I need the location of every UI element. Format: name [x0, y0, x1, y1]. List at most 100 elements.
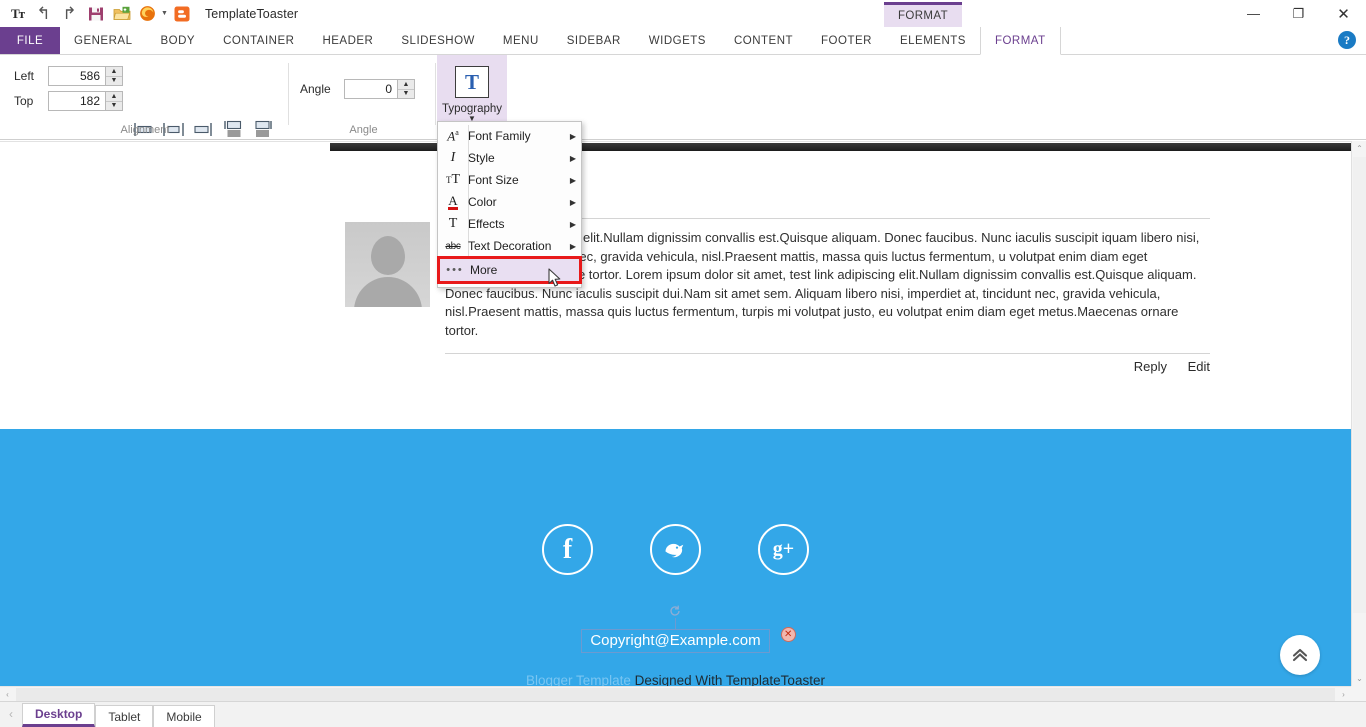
top-spin-up-icon[interactable]: ▲ — [106, 92, 122, 102]
font-color-icon: A — [438, 194, 468, 210]
angle-spin-buttons: ▲ ▼ — [397, 80, 414, 98]
rotate-handle-stem — [675, 618, 676, 629]
tab-header[interactable]: HEADER — [308, 27, 387, 54]
scroll-up-icon[interactable]: ⌃ — [1352, 141, 1366, 156]
angle-group-label: Angle — [290, 124, 437, 136]
scroll-to-top-button[interactable] — [1280, 635, 1320, 675]
post-actions: Reply Edit — [445, 359, 1210, 374]
design-canvas[interactable]: ,2011 met, test link adipiscing elit.Nul… — [0, 141, 1351, 686]
vertical-scrollbar[interactable]: ⌃ ⌄ — [1351, 141, 1366, 686]
tab-file[interactable]: FILE — [0, 27, 60, 54]
rotate-handle-icon[interactable] — [668, 604, 682, 618]
top-input[interactable]: 182 — [49, 92, 105, 110]
edit-link[interactable]: Edit — [1188, 359, 1210, 374]
tab-format[interactable]: FORMAT — [980, 27, 1061, 55]
tab-widgets[interactable]: WIDGETS — [635, 27, 720, 54]
scroll-left-icon[interactable]: ‹ — [0, 687, 15, 702]
app-title: TemplateToaster — [205, 7, 298, 21]
application-window: Tт ↰ ↰ — [0, 0, 1366, 727]
left-spin-buttons: ▲ ▼ — [105, 67, 122, 85]
tab-slideshow[interactable]: SLIDESHOW — [387, 27, 489, 54]
title-bar: Tт ↰ ↰ — [0, 0, 1366, 27]
left-spin-down-icon[interactable]: ▼ — [106, 77, 122, 86]
menu-item-label: More — [470, 263, 579, 277]
font-family-icon: Aa — [438, 128, 468, 144]
google-plus-icon[interactable]: g+ — [758, 524, 809, 575]
credit-muted-text[interactable]: Blogger Template — [526, 673, 631, 686]
minimize-button[interactable]: — — [1231, 0, 1276, 27]
menu-item-font-size[interactable]: TT Font Size ▶ — [438, 169, 581, 191]
menu-item-effects[interactable]: T Effects ▶ — [438, 213, 581, 235]
save-icon[interactable] — [86, 4, 105, 23]
copyright-text[interactable]: Copyright@Example.com — [581, 629, 769, 653]
tab-body[interactable]: BODY — [146, 27, 209, 54]
reply-link[interactable]: Reply — [1134, 359, 1167, 374]
credit-dark-text[interactable]: Designed With TemplateToaster — [635, 673, 825, 686]
angle-input[interactable]: 0 — [345, 80, 397, 98]
horizontal-scrollbar[interactable]: ‹ › — [0, 686, 1351, 701]
font-size-icon: TT — [438, 172, 468, 188]
chevron-right-icon: ▶ — [565, 242, 581, 251]
copyright-selection: Copyright@Example.com ✕ — [581, 629, 769, 653]
post-divider-bottom — [445, 353, 1210, 354]
more-ellipsis-icon: ••• — [440, 264, 470, 276]
footer-credit: Blogger Template Designed With TemplateT… — [0, 673, 1351, 686]
firefox-preview-icon[interactable] — [138, 4, 157, 23]
facebook-glyph: f — [563, 536, 572, 564]
social-links: f g+ — [0, 524, 1351, 575]
typography-dropdown-menu[interactable]: Aa Font Family ▶ I Style ▶ TT Font Size … — [437, 121, 582, 288]
left-spin-up-icon[interactable]: ▲ — [106, 67, 122, 77]
typography-icon: T — [455, 66, 489, 98]
menu-item-font-family[interactable]: Aa Font Family ▶ — [438, 125, 581, 147]
twitter-bird-glyph — [662, 538, 690, 562]
blogger-icon[interactable] — [173, 4, 192, 23]
scroll-down-icon[interactable]: ⌄ — [1352, 671, 1366, 686]
maximize-button[interactable]: ❐ — [1276, 0, 1321, 27]
menu-item-color[interactable]: A Color ▶ — [438, 191, 581, 213]
google-plus-glyph: g+ — [773, 538, 794, 561]
menu-item-more[interactable]: ••• More — [440, 259, 579, 281]
footer-band[interactable]: f g+ — [0, 429, 1351, 686]
delete-element-button[interactable]: ✕ — [781, 627, 796, 642]
chevron-right-icon: ▶ — [565, 220, 581, 229]
device-tab-desktop[interactable]: Desktop — [22, 703, 95, 727]
facebook-icon[interactable]: f — [542, 524, 593, 575]
tab-content[interactable]: CONTENT — [720, 27, 807, 54]
menu-item-style[interactable]: I Style ▶ — [438, 147, 581, 169]
angle-spinner[interactable]: 0 ▲ ▼ — [344, 79, 415, 99]
open-folder-icon[interactable] — [112, 4, 131, 23]
help-icon[interactable]: ? — [1338, 31, 1356, 49]
close-button[interactable]: ✕ — [1321, 0, 1366, 27]
top-spin-down-icon[interactable]: ▼ — [106, 102, 122, 111]
tab-menu[interactable]: MENU — [489, 27, 553, 54]
chevron-right-icon: ▶ — [565, 198, 581, 207]
horizontal-scroll-thumb[interactable] — [16, 688, 1335, 701]
tab-footer[interactable]: FOOTER — [807, 27, 886, 54]
tab-sidebar[interactable]: SIDEBAR — [553, 27, 635, 54]
angle-spin-down-icon[interactable]: ▼ — [398, 90, 414, 99]
tab-container[interactable]: CONTAINER — [209, 27, 308, 54]
vertical-scroll-thumb[interactable] — [1353, 157, 1366, 613]
device-tab-mobile[interactable]: Mobile — [153, 705, 214, 727]
contextual-tab-group-format: FORMAT — [884, 2, 962, 27]
twitter-icon[interactable] — [650, 524, 701, 575]
tab-general[interactable]: GENERAL — [60, 27, 146, 54]
menu-item-text-decoration[interactable]: abc Text Decoration ▶ — [438, 235, 581, 257]
ribbon-panel: Left 586 ▲ ▼ Top 182 ▲ ▼ — [0, 55, 1366, 140]
window-controls: — ❐ ✕ — [1231, 0, 1366, 27]
device-tab-tablet[interactable]: Tablet — [95, 705, 153, 727]
menu-item-label: Style — [468, 151, 565, 165]
left-input[interactable]: 586 — [49, 67, 105, 85]
firefox-dropdown-caret-icon[interactable]: ▼ — [161, 10, 168, 17]
menu-item-label: Font Size — [468, 173, 565, 187]
redo-icon[interactable]: ↰ — [60, 4, 79, 23]
undo-icon[interactable]: ↰ — [34, 4, 53, 23]
tab-elements[interactable]: ELEMENTS — [886, 27, 980, 54]
scroll-right-icon[interactable]: › — [1336, 687, 1351, 702]
angle-spin-up-icon[interactable]: ▲ — [398, 80, 414, 90]
left-spinner[interactable]: 586 ▲ ▼ — [48, 66, 123, 86]
tt-logo-icon[interactable]: Tт — [8, 4, 27, 23]
chevron-left-icon[interactable]: ‹ — [0, 701, 22, 727]
left-position-row: Left 586 ▲ ▼ — [14, 66, 123, 86]
top-spinner[interactable]: 182 ▲ ▼ — [48, 91, 123, 111]
